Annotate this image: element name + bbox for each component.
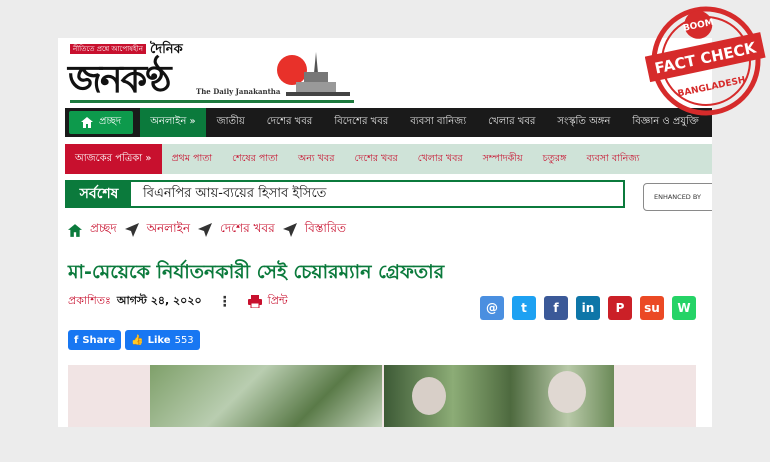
- facebook-bar: f Share 👍 Like 553: [68, 330, 200, 350]
- latest-tag: সর্বশেষ: [67, 182, 131, 206]
- facebook-like-button[interactable]: 👍 Like 553: [125, 330, 200, 350]
- latest-news-ticker: সর্বশেষ বিএনপির আয়-ব্যয়ের হিসাব ইসিতে: [65, 180, 625, 208]
- home-icon: [68, 223, 82, 237]
- linkedin-share-icon[interactable]: in: [576, 296, 600, 320]
- share-buttons: @ t f in Psu W: [480, 296, 696, 320]
- arrow-icon: [124, 223, 139, 237]
- subnav-item-chaturanga[interactable]: চতুরঙ্গ: [533, 152, 577, 167]
- more-options-icon[interactable]: ⋮: [218, 294, 232, 310]
- main-nav: প্রচ্ছদ অনলাইন » জাতীয় দেশের খবর বিদেশে…: [65, 108, 712, 137]
- nav-item-culture[interactable]: সংস্কৃতি অঙ্গন: [546, 114, 621, 131]
- nav-home-label: প্রচ্ছদ: [99, 116, 122, 127]
- nav-home-button[interactable]: প্রচ্ছদ: [69, 111, 134, 134]
- subnav-item-last-page[interactable]: শেষের পাতা: [222, 152, 288, 167]
- published-date: আগস্ট ২৪, ২০২০: [116, 294, 202, 307]
- nav-item-national[interactable]: জাতীয়: [206, 114, 256, 131]
- subnav-item-country[interactable]: দেশের খবর: [344, 152, 407, 167]
- nav-item-sports[interactable]: খেলার খবর: [477, 114, 546, 131]
- logo-wordmark: জনকণ্ঠ: [68, 56, 172, 101]
- facebook-share-button[interactable]: f Share: [68, 330, 122, 350]
- pinterest-share-icon[interactable]: P: [608, 296, 632, 320]
- nav-online[interactable]: অনলাইন »: [140, 108, 206, 137]
- facebook-share-icon[interactable]: f: [544, 296, 568, 320]
- facebook-share-label: Share: [82, 334, 116, 346]
- todays-paper-button[interactable]: আজকের পত্রিকা »: [65, 144, 162, 174]
- subnav-item-editorial[interactable]: সম্পাদকীয়: [473, 152, 533, 167]
- latest-headline-link[interactable]: বিএনপির আয়-ব্যয়ের হিসাব ইসিতে: [131, 182, 326, 206]
- facebook-like-label: Like: [147, 334, 171, 346]
- subnav-item-other-news[interactable]: অন্য খবর: [288, 152, 344, 167]
- arrow-icon: [282, 223, 297, 237]
- subnav-item-business[interactable]: ব্যবসা বানিজ্য: [576, 152, 649, 167]
- breadcrumb-country-news[interactable]: দেশের খবর: [220, 220, 275, 240]
- stumbleupon-share-icon[interactable]: su: [640, 296, 664, 320]
- printer-icon[interactable]: [247, 295, 262, 308]
- whatsapp-share-icon[interactable]: W: [672, 296, 696, 320]
- blurred-face: [548, 371, 586, 413]
- nav-item-country[interactable]: দেশের খবর: [256, 114, 324, 131]
- subnav-item-front-page[interactable]: প্রথম পাতা: [162, 152, 223, 167]
- fact-check-stamp: BOOM FACT CHECK BANGLADESH: [645, 6, 766, 116]
- published-label: প্রকাশিতঃ: [68, 294, 111, 307]
- article-meta: প্রকাশিতঃ আগস্ট ২৪, ২০২০ ⋮ প্রিন্ট: [68, 292, 288, 311]
- thumbs-up-icon: 👍: [131, 334, 144, 346]
- facebook-like-count: 553: [174, 334, 194, 346]
- article-photo: [68, 365, 696, 427]
- photo-left: [150, 365, 382, 427]
- search-input[interactable]: ENHANCED BY: [643, 183, 712, 211]
- sub-nav: আজকের পত্রিকা » প্রথম পাতা শেষের পাতা অন…: [65, 144, 712, 174]
- email-share-icon[interactable]: @: [480, 296, 504, 320]
- twitter-share-icon[interactable]: t: [512, 296, 536, 320]
- breadcrumb: প্রচ্ছদ অনলাইন দেশের খবর বিস্তারিত: [68, 220, 346, 240]
- breadcrumb-home[interactable]: প্রচ্ছদ: [90, 220, 117, 240]
- print-link[interactable]: প্রিন্ট: [268, 292, 288, 311]
- logo-english: The Daily Janakantha: [196, 87, 281, 96]
- home-icon: [81, 117, 93, 128]
- article-title: মা-মেয়েকে নির্যাতনকারী সেই চেয়ারম্যান …: [68, 261, 445, 283]
- screenshot-frame: নীতিতে প্রশ্নে আপোষহীন দৈনিক জনকণ্ঠ The …: [58, 38, 712, 427]
- arrow-icon: [198, 223, 213, 237]
- nav-item-business[interactable]: ব্যবসা বানিজ্য: [399, 114, 477, 131]
- breadcrumb-online[interactable]: অনলাইন: [147, 220, 190, 240]
- subnav-item-sports[interactable]: খেলার খবর: [408, 152, 473, 167]
- blurred-face: [412, 377, 446, 415]
- stamp-country-text: BANGLADESH: [677, 75, 747, 99]
- facebook-icon: f: [74, 334, 79, 346]
- site-logo[interactable]: নীতিতে প্রশ্নে আপোষহীন দৈনিক জনকণ্ঠ The …: [66, 40, 356, 104]
- breadcrumb-details: বিস্তারিত: [304, 221, 346, 235]
- logo-underline: [70, 100, 354, 103]
- nav-item-international[interactable]: বিদেশের খবর: [323, 114, 399, 131]
